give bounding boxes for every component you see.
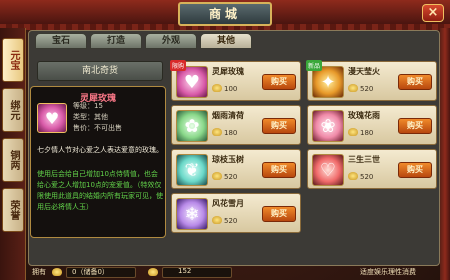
item-price: 520 bbox=[224, 217, 238, 225]
buy-button[interactable]: 购买 bbox=[398, 118, 432, 134]
new-badge: 新品 bbox=[306, 60, 323, 71]
category-item[interactable]: 南北奇货 bbox=[37, 61, 163, 81]
coin-icon bbox=[212, 216, 222, 224]
coin-icon bbox=[348, 172, 358, 180]
item-name: 风花雪月 bbox=[212, 199, 244, 208]
rose-heart-icon: ♥ bbox=[37, 103, 67, 133]
coin-icon bbox=[212, 128, 222, 136]
item-card: ❄ 风花雪月 520 购买 bbox=[171, 193, 301, 233]
tooltip-effect: 使用后会给自己增加10点侍情值，也会给心爱之人增加10点的宠爱值。（特效仅限使用… bbox=[37, 170, 163, 211]
jade-tree-icon: ❦ bbox=[176, 154, 208, 186]
tab-gems[interactable]: 宝石 bbox=[35, 33, 87, 49]
item-name: 漫天莹火 bbox=[348, 67, 380, 76]
item-price: 520 bbox=[360, 173, 374, 181]
snowflake-icon: ❄ bbox=[176, 198, 208, 230]
item-name: 三生三世 bbox=[348, 155, 380, 164]
item-name: 琼枝玉树 bbox=[212, 155, 244, 164]
amount-field bbox=[162, 267, 232, 278]
hint-text: 适度娱乐理性消费 bbox=[360, 268, 416, 276]
item-price: 100 bbox=[224, 85, 238, 93]
bound-value: 0（储备0） bbox=[72, 268, 109, 276]
item-price: 180 bbox=[224, 129, 238, 137]
item-price: 520 bbox=[224, 173, 238, 181]
currency-bar: 拥有 0（储备0） 152 适度娱乐理性消费 bbox=[28, 266, 450, 280]
item-card: ♥ 限购 灵犀玫瑰 100 购买 bbox=[170, 60, 301, 101]
left-tab-bar: 元宝 绑元 铜两 荣誉 bbox=[0, 28, 26, 280]
item-card: ❀ 玫瑰花雨 180 购买 bbox=[307, 105, 437, 145]
coin-icon bbox=[348, 84, 358, 92]
buy-button[interactable]: 购买 bbox=[398, 74, 432, 90]
close-button[interactable]: × bbox=[422, 4, 444, 22]
coin-icon bbox=[212, 84, 222, 92]
window-title: 商城 bbox=[178, 2, 272, 26]
tab-other[interactable]: 其他 bbox=[200, 33, 252, 49]
left-tab-tongliang[interactable]: 铜两 bbox=[2, 138, 24, 182]
lotus-icon: ✿ bbox=[176, 110, 208, 142]
tooltip-stats: 等级：15 类型：其他 售价：不可出售 bbox=[73, 101, 122, 134]
left-tab-honor[interactable]: 荣誉 bbox=[2, 188, 24, 232]
rose-rain-icon: ❀ bbox=[312, 110, 344, 142]
left-tab-yuanbao[interactable]: 元宝 bbox=[2, 38, 24, 82]
tooltip-type: 类型：其他 bbox=[73, 113, 108, 121]
tab-appearance[interactable]: 外观 bbox=[145, 33, 197, 49]
coin-icon bbox=[348, 128, 358, 136]
tab-row: 宝石 打造 外观 其他 bbox=[35, 33, 252, 51]
buy-button[interactable]: 购买 bbox=[262, 162, 296, 178]
buy-button[interactable]: 购买 bbox=[262, 118, 296, 134]
coin-icon bbox=[212, 172, 222, 180]
tooltip-description: 七夕情人节对心爱之人表达爱意的玫瑰。 bbox=[37, 146, 163, 154]
shop-window: 商城 × 元宝 绑元 铜两 荣誉 宝石 打造 外观 其他 南北奇货 ♥ 限购 灵… bbox=[0, 0, 450, 280]
own-label: 拥有 bbox=[32, 268, 46, 276]
hearts-icon: ♡ bbox=[312, 154, 344, 186]
coin-icon bbox=[52, 268, 62, 276]
item-card: ✿ 烟雨清荷 180 购买 bbox=[171, 105, 301, 145]
tooltip-level: 等级：15 bbox=[73, 102, 103, 110]
buy-button[interactable]: 购买 bbox=[262, 74, 296, 90]
item-price: 180 bbox=[360, 129, 374, 137]
buy-button[interactable]: 购买 bbox=[398, 162, 432, 178]
item-name: 玫瑰花雨 bbox=[348, 111, 380, 120]
amount-value: 152 bbox=[178, 267, 192, 275]
item-tooltip: 灵犀玫瑰 ♥ 等级：15 类型：其他 售价：不可出售 七夕情人节对心爱之人表达爱… bbox=[30, 86, 166, 238]
left-tab-bangyuan[interactable]: 绑元 bbox=[2, 88, 24, 132]
item-grid: ♥ 限购 灵犀玫瑰 100 购买 ✦ 新品 漫天莹火 520 购买 ✿ 烟雨清荷… bbox=[170, 53, 439, 263]
item-card: ✦ 新品 漫天莹火 520 购买 bbox=[306, 60, 437, 101]
limited-badge: 限购 bbox=[170, 60, 187, 71]
item-card: ❦ 琼枝玉树 520 购买 bbox=[171, 149, 301, 189]
item-name: 烟雨清荷 bbox=[212, 111, 244, 120]
tab-forge[interactable]: 打造 bbox=[90, 33, 142, 49]
coin-icon bbox=[148, 268, 158, 276]
buy-button[interactable]: 购买 bbox=[262, 206, 296, 222]
tooltip-sell: 售价：不可出售 bbox=[73, 124, 122, 132]
item-card: ♡ 三生三世 520 购买 bbox=[307, 149, 437, 189]
item-name: 灵犀玫瑰 bbox=[212, 67, 244, 76]
right-pillar bbox=[440, 28, 450, 280]
item-price: 520 bbox=[360, 85, 374, 93]
